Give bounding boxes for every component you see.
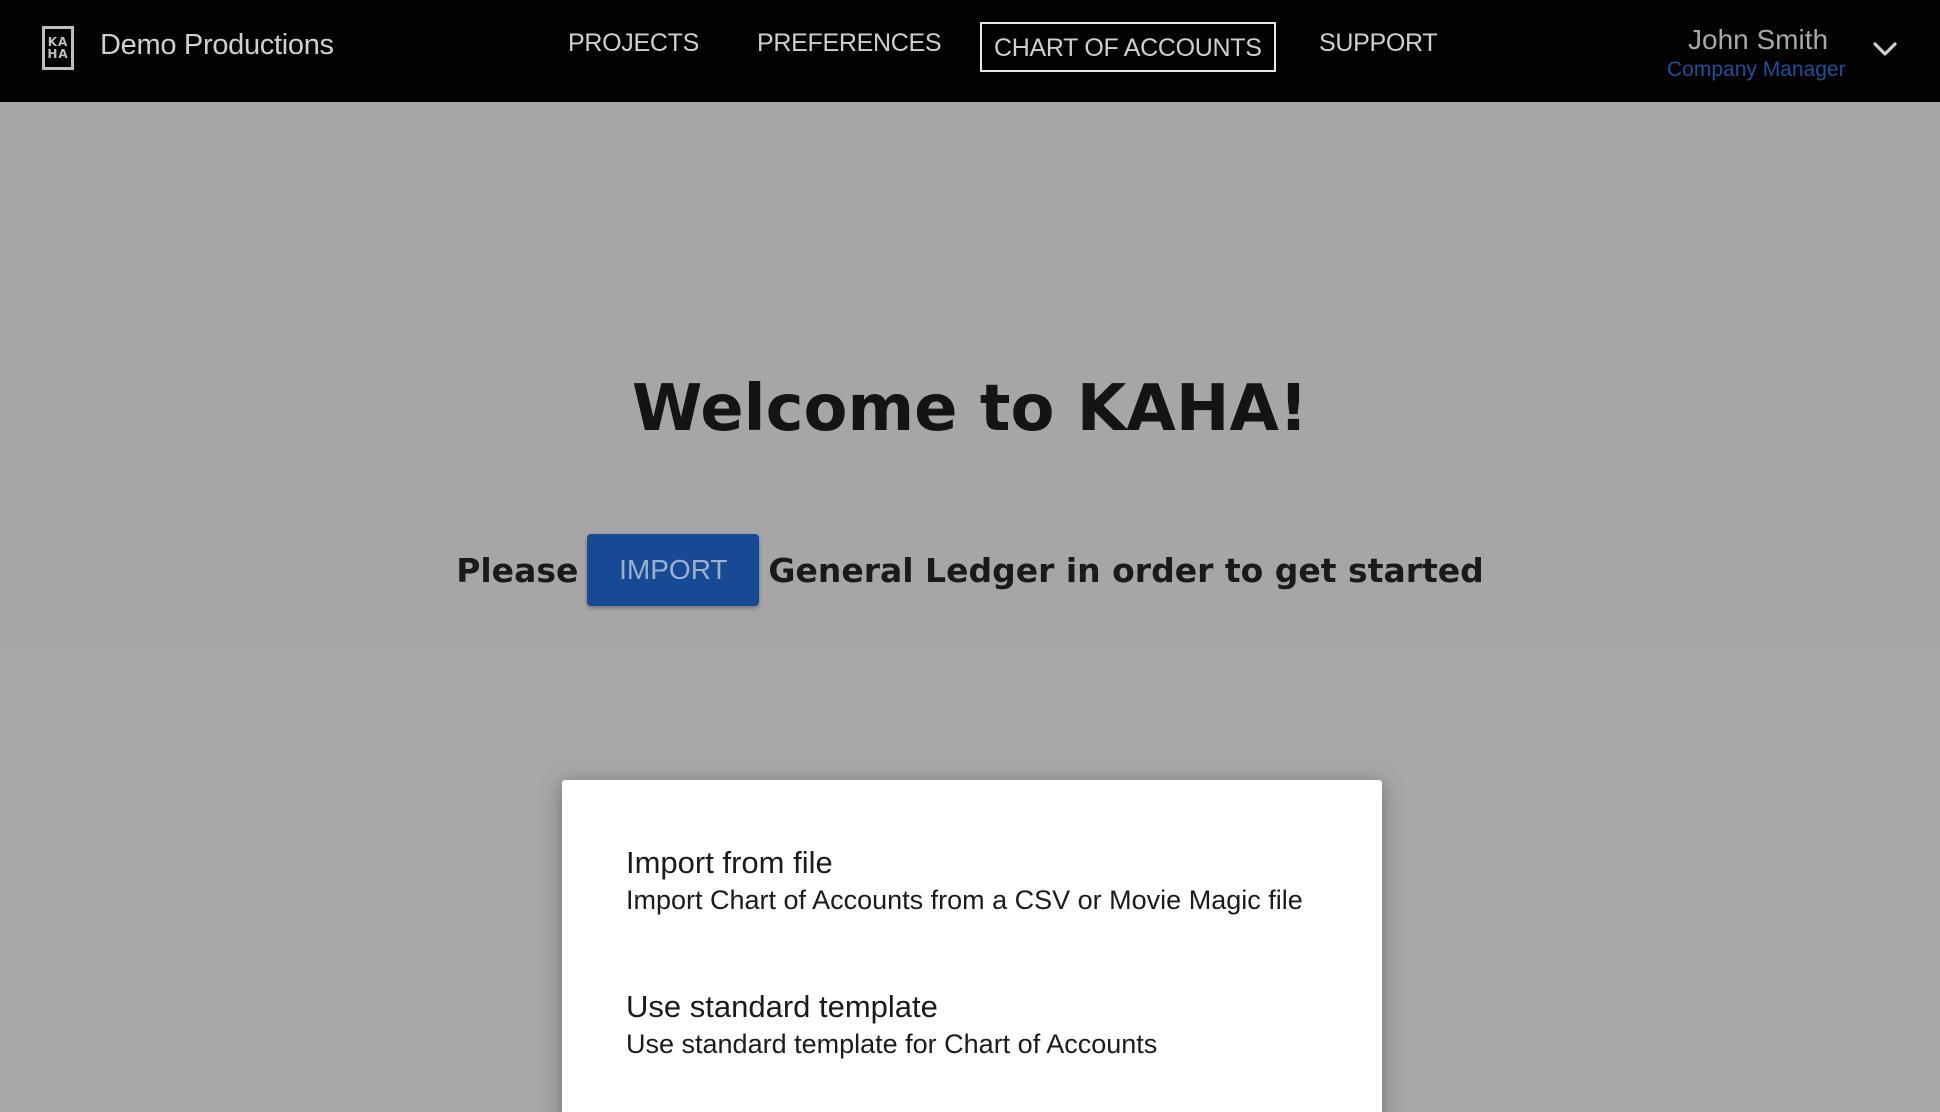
option-description: Import Chart of Accounts from a CSV or M… (626, 885, 1303, 915)
chevron-down-icon[interactable] (1872, 36, 1898, 62)
nav-support[interactable]: SUPPORT (1319, 29, 1438, 58)
user-name[interactable]: John Smith (1688, 24, 1828, 56)
prompt-prefix: Please (456, 550, 579, 590)
welcome-heading: Welcome to KAHA! (631, 372, 1309, 446)
option-description: Use standard template for Chart of Accou… (626, 1029, 1158, 1059)
top-navigation-bar: KA HA Demo Productions PROJECTS PREFEREN… (0, 0, 1940, 102)
user-role: Company Manager (1667, 58, 1846, 81)
getting-started-prompt: Please IMPORT General Ledger in order to… (0, 534, 1940, 606)
logo-icon[interactable]: KA HA (42, 26, 74, 70)
use-standard-template-option[interactable]: Use standard template Use standard templ… (626, 988, 1346, 1062)
nav-preferences[interactable]: PREFERENCES (757, 29, 942, 58)
nav-projects[interactable]: PROJECTS (568, 29, 699, 58)
company-name[interactable]: Demo Productions (100, 29, 334, 62)
prompt-suffix: General Ledger in order to get started (768, 550, 1484, 590)
logo-line-2: HA (47, 47, 69, 61)
import-from-file-option[interactable]: Import from file Import Chart of Account… (626, 844, 1346, 918)
nav-chart-of-accounts[interactable]: CHART OF ACCOUNTS (980, 22, 1276, 72)
import-button[interactable]: IMPORT (587, 534, 760, 606)
option-title: Import from file (626, 845, 833, 880)
option-title: Use standard template (626, 989, 938, 1024)
import-options-menu: Import from file Import Chart of Account… (562, 780, 1382, 1112)
